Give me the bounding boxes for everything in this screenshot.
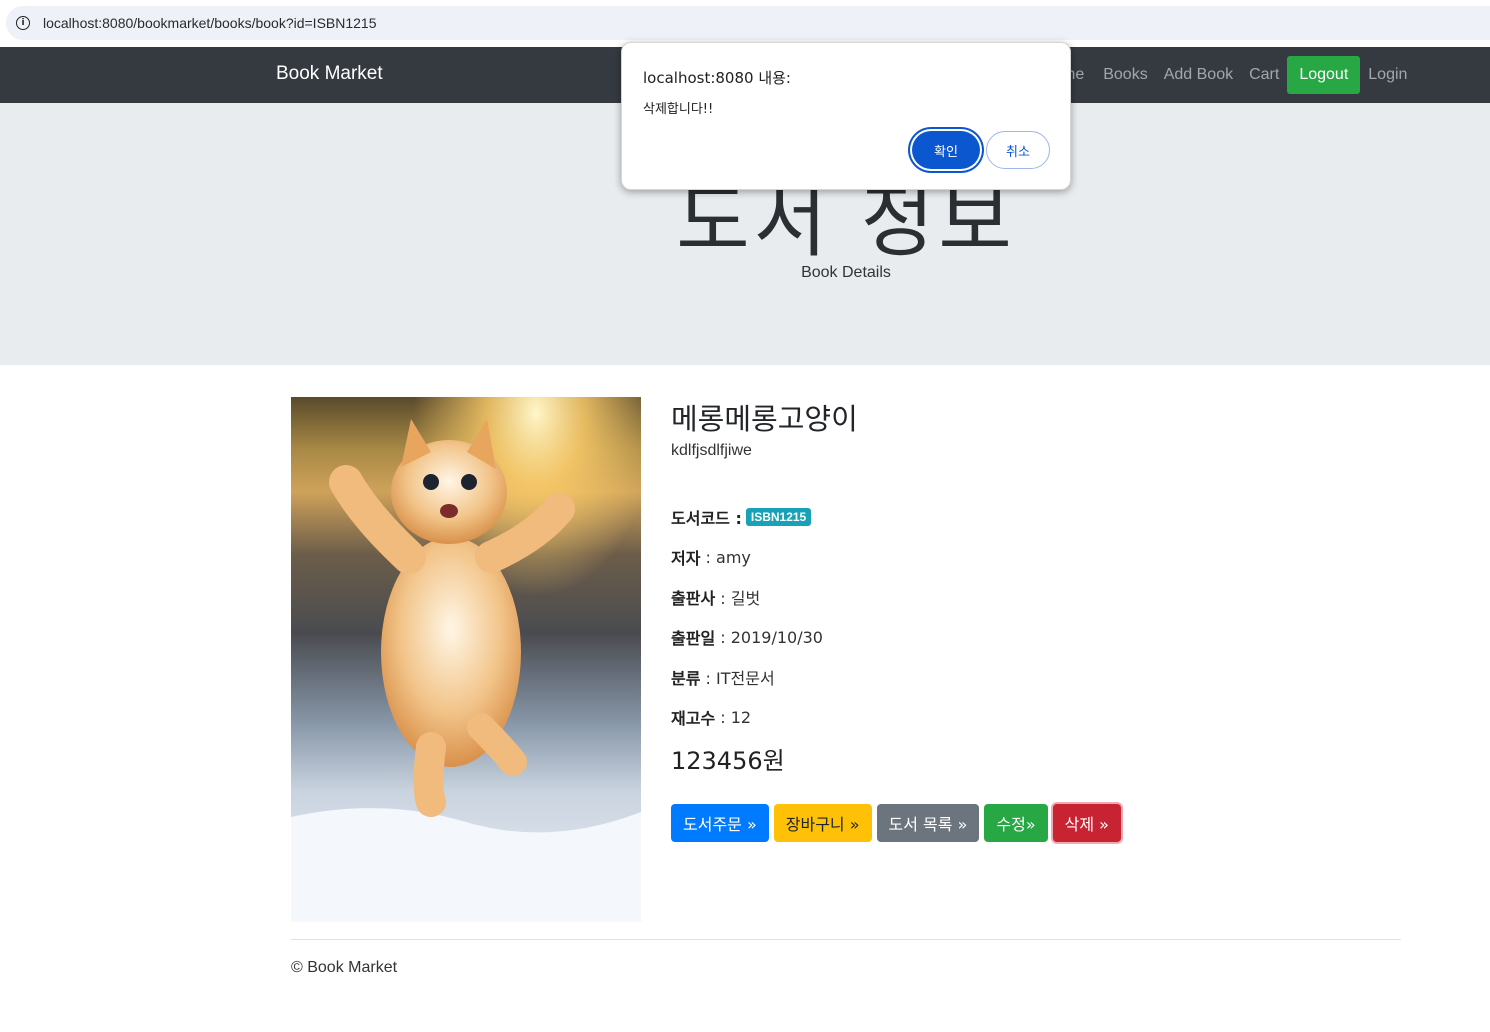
book-title: 메롱메롱고양이 [671,402,858,436]
nav-add-book[interactable]: Add Book [1164,66,1233,84]
book-author-label: 저자 [671,549,701,568]
dialog-title: localhost:8080 내용: [643,69,791,87]
book-publisher-label: 출판사 [671,589,716,608]
order-button[interactable]: 도서주문 » [671,804,769,842]
book-description: kdlfjsdlfjiwe [671,442,752,459]
dialog-ok-button[interactable]: 확인 [912,131,980,169]
book-list-button[interactable]: 도서 목록 » [876,804,980,842]
book-category-value: : IT전문서 [700,669,775,688]
book-price: 123456원 [671,747,785,775]
book-cover-image [291,397,641,922]
page-subtitle: Book Details [801,264,891,281]
book-stock-value: : 12 [715,707,752,727]
nav-cart[interactable]: Cart [1249,66,1279,84]
nav-login[interactable]: Login [1368,66,1407,84]
book-code-row: 도서코드 : ISBN1215 [671,505,812,529]
dialog-cancel-button[interactable]: 취소 [986,131,1050,169]
site-info-icon[interactable]: i [16,16,30,30]
footer-copyright: © Book Market [291,959,398,976]
book-stock-label: 재고수 [671,709,716,728]
book-author-row: 저자 : amy [671,545,751,569]
book-release-row: 출판일 : 2019/10/30 [671,625,823,649]
brand-link[interactable]: Book Market [276,63,383,85]
url-field[interactable]: i localhost:8080/bookmarket/books/book?i… [6,6,1490,40]
book-author-value: : amy [700,547,751,567]
book-actions: 도서주문 » 장바구니 » 도서 목록 » 수정» 삭제 » [671,804,1126,842]
footer-divider [291,939,1401,940]
browser-address-bar: i localhost:8080/bookmarket/books/book?i… [0,0,1490,46]
delete-button[interactable]: 삭제 » [1052,804,1121,842]
book-code-label: 도서코드 : [671,509,742,528]
url-text: localhost:8080/bookmarket/books/book?id=… [43,15,377,31]
book-release-label: 출판일 [671,629,716,648]
nav-books[interactable]: Books [1103,66,1147,84]
confirm-dialog: localhost:8080 내용: 삭제합니다!! 확인 취소 [621,42,1071,190]
book-category-row: 분류 : IT전문서 [671,665,775,689]
book-publisher-value: : 길벗 [715,589,761,608]
cart-button[interactable]: 장바구니 » [773,804,872,842]
book-code-badge: ISBN1215 [745,508,812,526]
logout-button[interactable]: Logout [1287,56,1361,94]
book-publisher-row: 출판사 : 길벗 [671,585,760,609]
cat-illustration [291,397,641,922]
dialog-message: 삭제합니다!! [643,102,714,117]
book-category-label: 분류 [671,669,701,688]
nav-links: me Books Add Book Cart Logout Login [1062,47,1423,103]
book-release-value: : 2019/10/30 [715,627,823,647]
edit-button[interactable]: 수정» [984,804,1048,842]
book-stock-row: 재고수 : 12 [671,705,751,729]
